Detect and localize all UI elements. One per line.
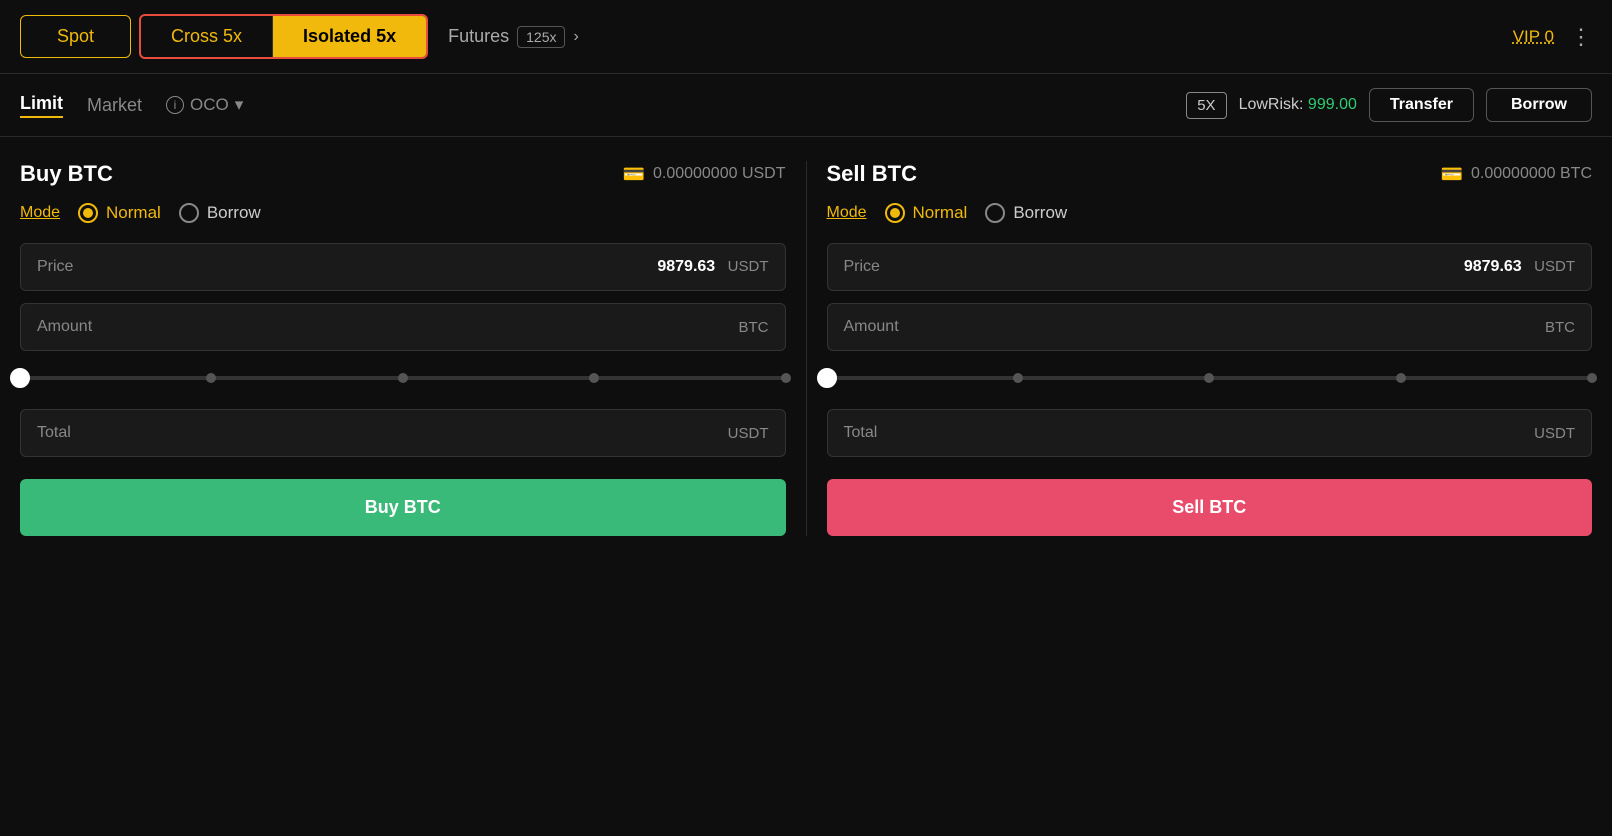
buy-radio-normal[interactable]: Normal (78, 203, 161, 223)
buy-slider-dot-25 (206, 373, 216, 383)
sell-price-unit: USDT (1534, 258, 1575, 275)
tab-limit[interactable]: Limit (20, 93, 63, 118)
tab-market[interactable]: Market (87, 95, 142, 116)
buy-borrow-label: Borrow (207, 203, 261, 223)
buy-amount-field[interactable]: Amount BTC (20, 303, 786, 351)
oco-chevron-icon: ▾ (235, 95, 244, 115)
sell-radio-normal[interactable]: Normal (885, 203, 968, 223)
sell-normal-radio-icon (885, 203, 905, 223)
buy-price-field[interactable]: Price 9879.63 USDT (20, 243, 786, 291)
sell-mode-label[interactable]: Mode (827, 204, 867, 222)
buy-amount-unit: BTC (739, 319, 769, 336)
lowrisk-label: LowRisk: 999.00 (1239, 96, 1357, 114)
margin-tab-group: Cross 5x Isolated 5x (139, 14, 428, 59)
sell-mode-row: Mode Normal Borrow (827, 203, 1593, 223)
buy-slider-track (20, 376, 786, 380)
buy-slider-thumb (10, 368, 30, 388)
buy-price-unit: USDT (728, 258, 769, 275)
buy-slider-dot-75 (589, 373, 599, 383)
second-bar: Limit Market i OCO ▾ 5X LowRisk: 999.00 … (0, 74, 1612, 137)
top-bar: Spot Cross 5x Isolated 5x Futures 125x ›… (0, 0, 1612, 74)
buy-slider-dot-50 (398, 373, 408, 383)
buy-total-field[interactable]: Total USDT (20, 409, 786, 457)
wallet-icon: 💳 (623, 164, 645, 185)
buy-price-label: Price (37, 258, 73, 276)
buy-mode-label[interactable]: Mode (20, 204, 60, 222)
futures-label: Futures (448, 26, 509, 47)
sell-price-field[interactable]: Price 9879.63 USDT (827, 243, 1593, 291)
sell-price-value: 9879.63 (1464, 258, 1522, 275)
buy-panel: Buy BTC 💳 0.00000000 USDT Mode Normal Bo… (20, 161, 786, 536)
buy-balance: 0.00000000 USDT (653, 165, 786, 183)
buy-normal-label: Normal (106, 203, 161, 223)
sell-total-unit: USDT (1534, 425, 1575, 442)
sell-borrow-radio-icon (985, 203, 1005, 223)
panel-divider (806, 161, 807, 536)
buy-total-unit: USDT (728, 425, 769, 442)
lowrisk-value: 999.00 (1308, 96, 1357, 113)
tab-spot[interactable]: Spot (20, 15, 131, 58)
buy-slider-dot-100 (781, 373, 791, 383)
leverage-badge[interactable]: 5X (1186, 92, 1226, 119)
futures-leverage-badge[interactable]: 125x (517, 26, 565, 48)
sell-slider-dot-50 (1204, 373, 1214, 383)
sell-price-label: Price (844, 258, 880, 276)
sell-borrow-label: Borrow (1013, 203, 1067, 223)
buy-balance-info: 💳 0.00000000 USDT (623, 164, 786, 185)
buy-mode-row: Mode Normal Borrow (20, 203, 786, 223)
oco-label: OCO (190, 95, 229, 115)
sell-panel: Sell BTC 💳 0.00000000 BTC Mode Normal Bo… (827, 161, 1593, 536)
trading-type-tabs: Spot Cross 5x Isolated 5x (20, 14, 448, 59)
buy-radio-borrow[interactable]: Borrow (179, 203, 261, 223)
buy-price-value-unit: 9879.63 USDT (657, 258, 768, 276)
buy-borrow-radio-icon (179, 203, 199, 223)
buy-normal-radio-icon (78, 203, 98, 223)
buy-panel-header: Buy BTC 💳 0.00000000 USDT (20, 161, 786, 187)
sell-normal-label: Normal (913, 203, 968, 223)
sell-slider-dot-25 (1013, 373, 1023, 383)
futures-chevron-icon[interactable]: › (573, 28, 578, 46)
sell-wallet-icon: 💳 (1441, 164, 1463, 185)
sell-radio-borrow[interactable]: Borrow (985, 203, 1067, 223)
more-options-icon[interactable]: ⋮ (1570, 24, 1592, 50)
sell-balance-info: 💳 0.00000000 BTC (1441, 164, 1592, 185)
sell-amount-unit: BTC (1545, 319, 1575, 336)
sell-btc-button[interactable]: Sell BTC (827, 479, 1593, 536)
sell-slider-thumb (817, 368, 837, 388)
right-controls: 5X LowRisk: 999.00 Transfer Borrow (1186, 88, 1592, 122)
buy-amount-label: Amount (37, 318, 92, 336)
sell-amount-label: Amount (844, 318, 899, 336)
sell-amount-field[interactable]: Amount BTC (827, 303, 1593, 351)
buy-total-label: Total (37, 424, 71, 442)
buy-btc-button[interactable]: Buy BTC (20, 479, 786, 536)
buy-price-value: 9879.63 (657, 258, 715, 275)
sell-slider-dot-100 (1587, 373, 1597, 383)
sell-total-field[interactable]: Total USDT (827, 409, 1593, 457)
buy-slider[interactable] (20, 363, 786, 393)
sell-slider[interactable] (827, 363, 1593, 393)
sell-title: Sell BTC (827, 161, 917, 187)
sell-slider-dot-75 (1396, 373, 1406, 383)
trading-area: Buy BTC 💳 0.00000000 USDT Mode Normal Bo… (0, 137, 1612, 560)
borrow-button[interactable]: Borrow (1486, 88, 1592, 122)
futures-section: Futures 125x › (448, 26, 579, 48)
sell-balance: 0.00000000 BTC (1471, 165, 1592, 183)
oco-group[interactable]: i OCO ▾ (166, 95, 243, 115)
sell-slider-track (827, 376, 1593, 380)
info-icon: i (166, 96, 184, 114)
sell-total-label: Total (844, 424, 878, 442)
vip-label[interactable]: VIP 0 (1513, 27, 1554, 47)
tab-cross[interactable]: Cross 5x (141, 16, 273, 57)
tab-isolated[interactable]: Isolated 5x (273, 16, 426, 57)
transfer-button[interactable]: Transfer (1369, 88, 1474, 122)
sell-price-value-unit: 9879.63 USDT (1464, 258, 1575, 276)
sell-panel-header: Sell BTC 💳 0.00000000 BTC (827, 161, 1593, 187)
order-type-tabs: Limit Market i OCO ▾ (20, 93, 243, 118)
buy-title: Buy BTC (20, 161, 113, 187)
